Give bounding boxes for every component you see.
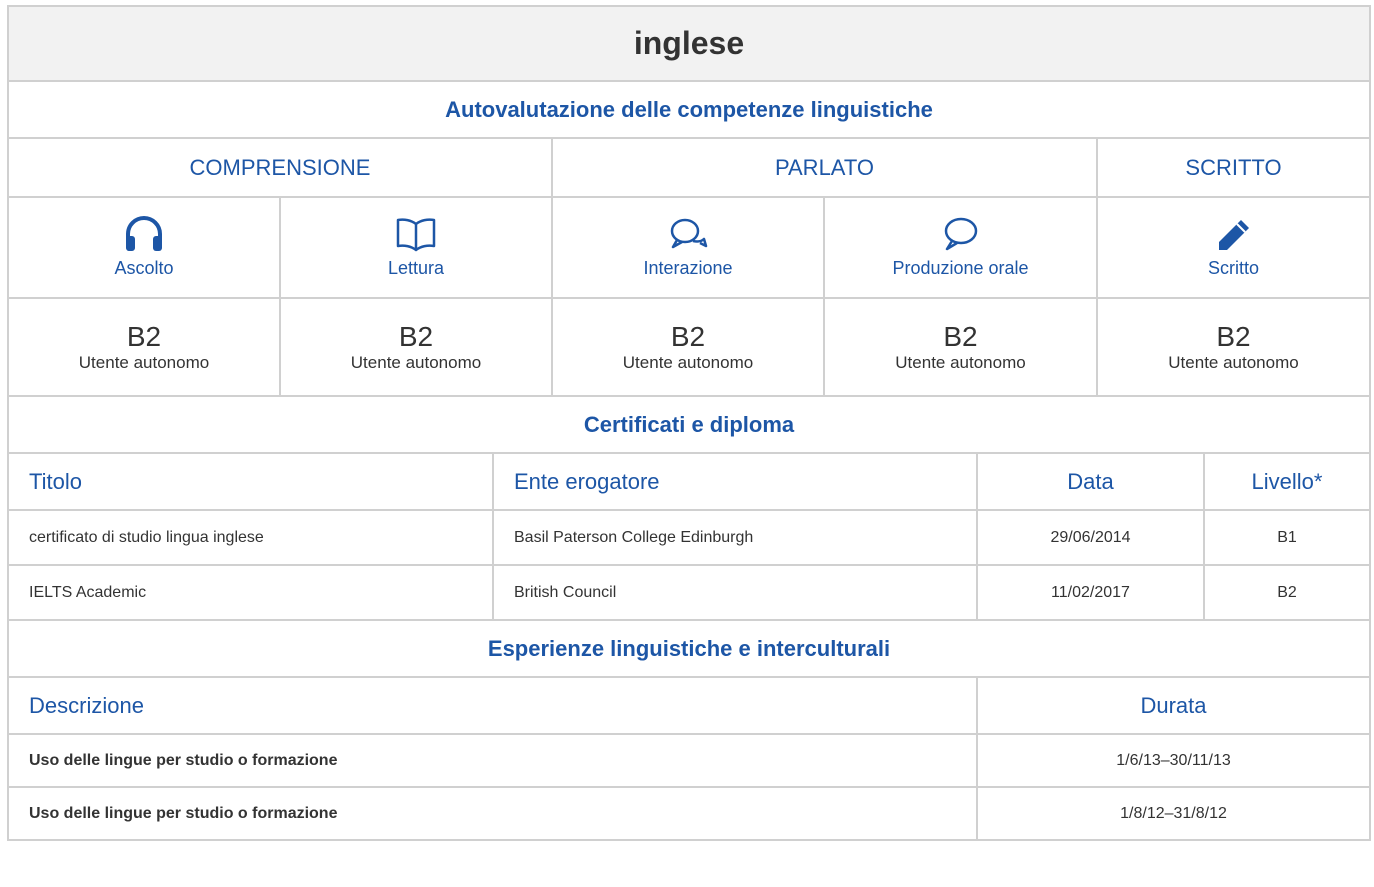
cell-durata: 1/6/13–30/11/13 — [975, 733, 1372, 788]
level-description: Utente autonomo — [1168, 353, 1299, 372]
cell-descrizione: Uso delle lingue per studio o formazione — [7, 786, 978, 841]
group-scritto: SCRITTO — [1096, 137, 1371, 198]
level-code: B2 — [943, 321, 978, 352]
pencil-icon — [1218, 220, 1249, 250]
column-header-ente: Ente erogatore — [492, 452, 978, 511]
skill-produzione-orale: Produzione orale — [823, 196, 1098, 299]
table-row: Uso delle lingue per studio o formazione… — [7, 733, 1372, 788]
certificates-heading: Certificati e diploma — [6, 395, 1372, 454]
table-row: certificato di studio lingua inglese Bas… — [7, 509, 1372, 566]
skill-scritto: Scritto — [1096, 196, 1371, 299]
cell-titolo: certificato di studio lingua inglese — [7, 509, 494, 566]
conversation-icon — [670, 218, 708, 249]
experiences-table: Esperienze linguistiche e interculturali… — [6, 619, 1372, 841]
cell-data: 11/02/2017 — [976, 564, 1205, 621]
skill-label: Scritto — [1207, 258, 1259, 278]
level-description: Utente autonomo — [350, 353, 482, 372]
group-parlato: PARLATO — [551, 137, 1098, 198]
level-cell: B2 Utente autonomo — [551, 297, 825, 397]
skill-label: Lettura — [387, 258, 445, 278]
column-header-durata: Durata — [975, 676, 1372, 735]
group-comprensione: COMPRENSIONE — [7, 137, 553, 198]
cell-descrizione: Uso delle lingue per studio o formazione — [7, 733, 978, 788]
level-description: Utente autonomo — [622, 353, 754, 372]
headphones-icon — [126, 216, 162, 251]
cell-data: 29/06/2014 — [976, 509, 1205, 566]
book-icon — [396, 218, 436, 252]
cell-ente: Basil Paterson College Edinburgh — [492, 509, 978, 566]
column-header-descrizione: Descrizione — [7, 676, 978, 735]
level-cell: B2 Utente autonomo — [279, 297, 553, 397]
skill-label: Interazione — [643, 258, 733, 278]
cell-durata: 1/8/12–31/8/12 — [975, 786, 1372, 841]
level-code: B2 — [126, 321, 162, 352]
level-cell: B2 Utente autonomo — [7, 297, 281, 397]
cell-ente: British Council — [492, 564, 978, 621]
skill-label: Produzione orale — [892, 258, 1029, 278]
level-code: B2 — [1216, 321, 1251, 352]
skill-lettura: Lettura — [279, 196, 553, 299]
cell-titolo: IELTS Academic — [7, 564, 494, 621]
speech-bubble-icon — [944, 217, 977, 251]
level-cell: B2 Utente autonomo — [823, 297, 1098, 397]
experiences-heading: Esperienze linguistiche e interculturali — [6, 619, 1372, 678]
language-title: inglese — [7, 5, 1371, 82]
table-row: IELTS Academic British Council 11/02/201… — [7, 564, 1372, 621]
skill-interazione: Interazione — [551, 196, 825, 299]
level-code: B2 — [670, 321, 706, 352]
level-cell: B2 Utente autonomo — [1096, 297, 1371, 397]
level-code: B2 — [398, 321, 434, 352]
level-description: Utente autonomo — [895, 353, 1026, 372]
cell-livello: B1 — [1202, 509, 1372, 566]
column-header-titolo: Titolo — [7, 452, 494, 511]
self-assessment-table: inglese Autovalutazione delle competenze… — [7, 5, 1371, 397]
self-assessment-heading: Autovalutazione delle competenze linguis… — [7, 80, 1371, 139]
skill-label: Ascolto — [114, 258, 174, 278]
table-row: Uso delle lingue per studio o formazione… — [7, 786, 1372, 841]
column-header-livello: Livello* — [1202, 452, 1372, 511]
certificates-table: Certificati e diploma Titolo Ente erogat… — [6, 395, 1372, 621]
cell-livello: B2 — [1202, 564, 1372, 621]
skill-ascolto: Ascolto — [7, 196, 281, 299]
level-description: Utente autonomo — [78, 353, 210, 372]
column-header-data: Data — [976, 452, 1205, 511]
